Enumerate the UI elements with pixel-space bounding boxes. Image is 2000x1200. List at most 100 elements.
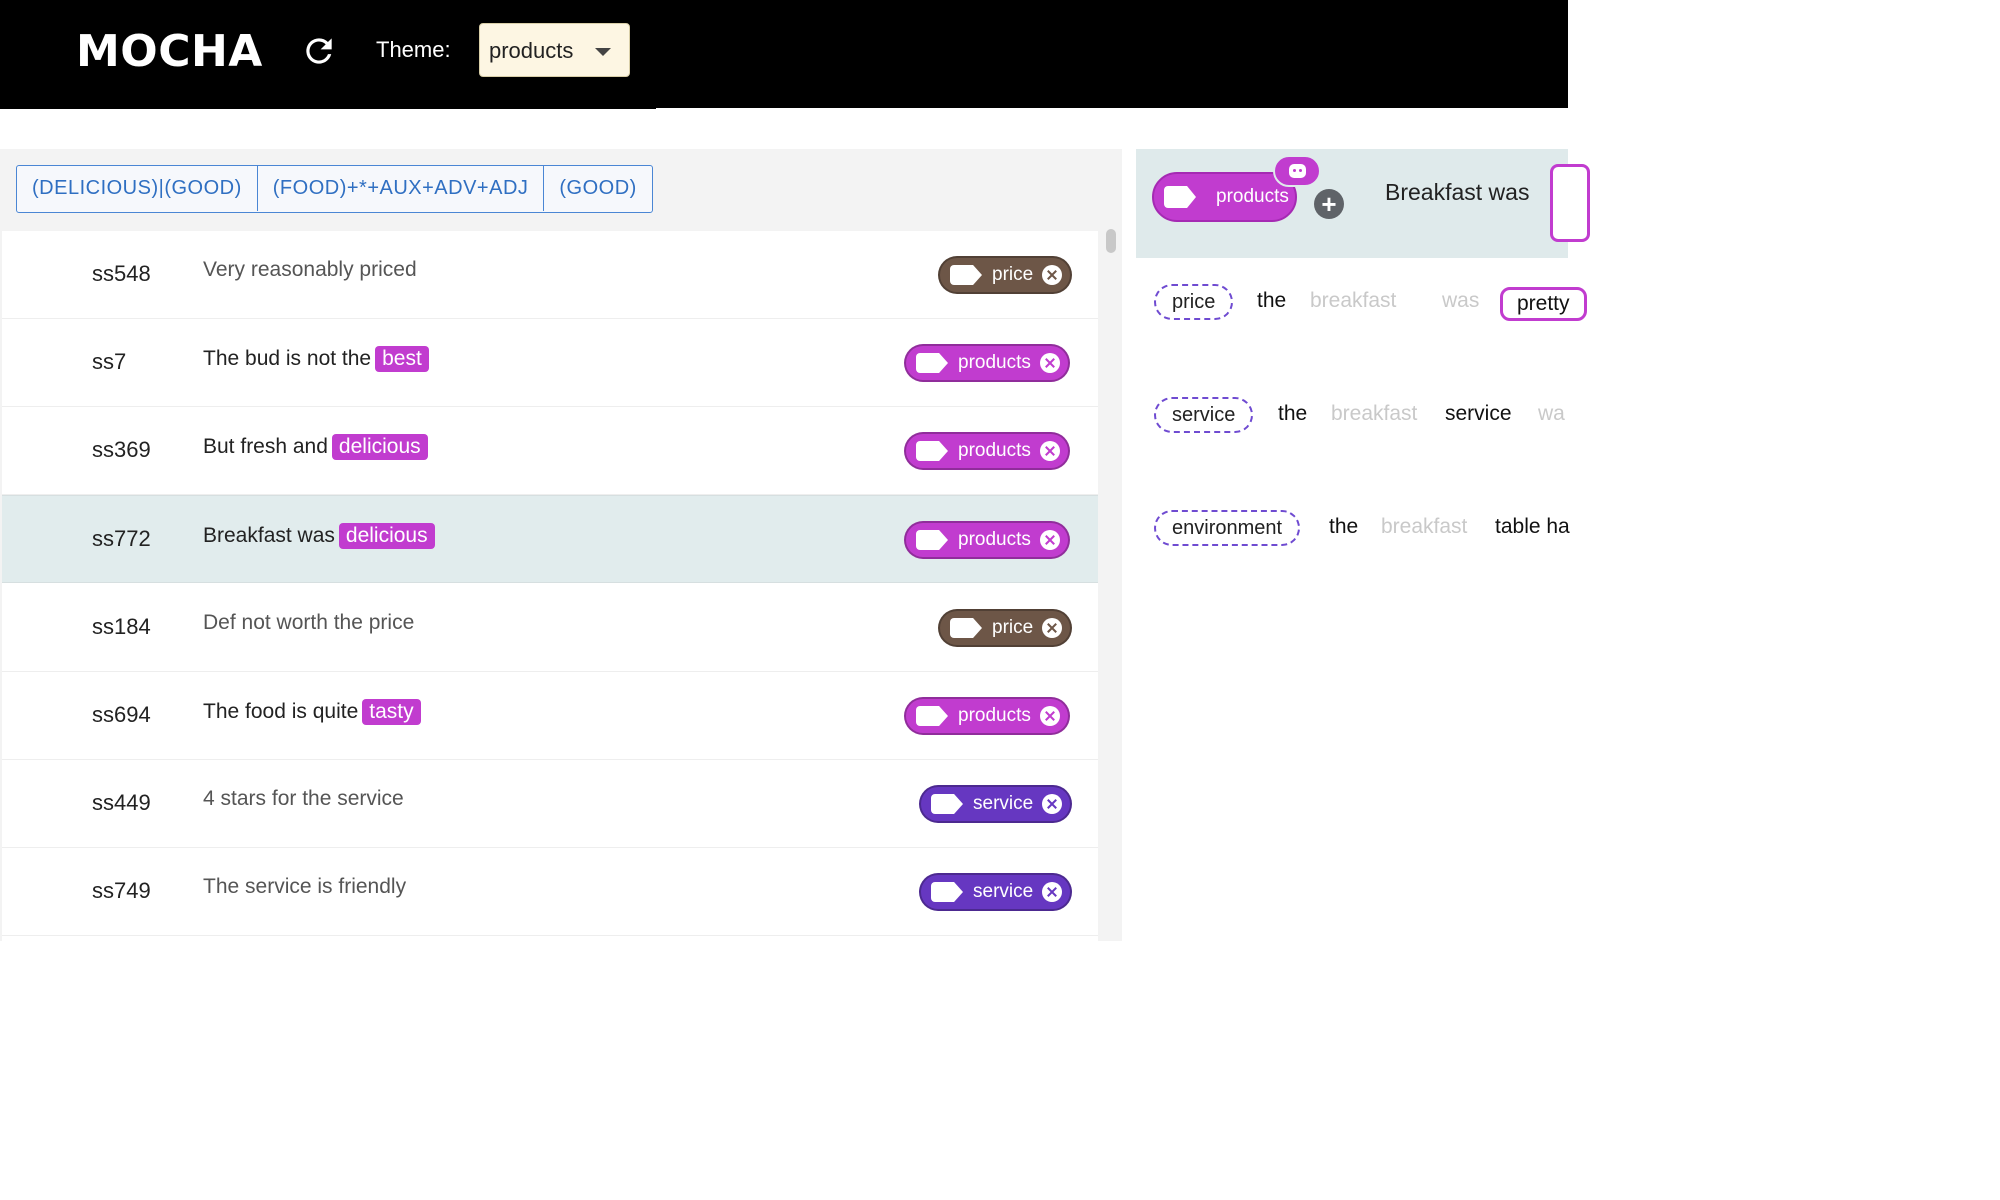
- row-id: ss184: [92, 614, 151, 639]
- row-id: ss548: [92, 261, 151, 286]
- label-pill-service[interactable]: service: [919, 873, 1073, 911]
- label-tag-icon: [950, 618, 982, 638]
- row-id: ss449: [92, 790, 151, 815]
- rule-tab-3[interactable]: (GOOD): [544, 166, 651, 211]
- label-pill-price[interactable]: price: [938, 609, 1073, 647]
- row-text: Def not worth the price: [203, 611, 414, 635]
- row-text-content: The food is quite: [203, 700, 359, 723]
- row-text: Very reasonably priced: [203, 258, 417, 282]
- highlight-box[interactable]: [1550, 164, 1590, 242]
- rule-tab-2[interactable]: (FOOD)+*+AUX+ADV+ADJ: [258, 166, 545, 211]
- row-text-content: Def not worth the price: [203, 611, 415, 634]
- table-row[interactable]: ss369 But fresh and delicious products: [2, 407, 1098, 495]
- rule-tab-1[interactable]: (DELICIOUS)|(GOOD): [17, 166, 258, 211]
- label-tag-icon: [916, 353, 948, 373]
- highlighted-word: delicious: [331, 434, 428, 460]
- label-tag-icon: [916, 441, 948, 461]
- label-pill-text: price: [992, 617, 1034, 638]
- label-pill-products[interactable]: products: [904, 344, 1070, 382]
- label-pill-text: products: [958, 352, 1031, 373]
- label-pill-products[interactable]: products: [904, 697, 1070, 735]
- list-scrollbar[interactable]: [1106, 229, 1116, 253]
- refresh-icon[interactable]: [300, 32, 338, 70]
- row-text: The food is quite tasty: [203, 699, 421, 725]
- pattern-token: was: [1442, 289, 1480, 312]
- label-pill-products[interactable]: products: [904, 432, 1070, 470]
- label-pill-text: products: [958, 705, 1031, 726]
- label-tag-icon: [931, 794, 963, 814]
- row-text-content: Very reasonably priced: [203, 258, 417, 281]
- close-circle-icon[interactable]: [1042, 794, 1063, 814]
- row-text: 4 stars for the service: [203, 787, 404, 811]
- row-text-content: 4 stars for the service: [203, 787, 404, 810]
- row-text-content: Breakfast was: [203, 524, 335, 547]
- label-pill-text: products: [958, 440, 1031, 461]
- pattern-token: breakfast: [1310, 289, 1397, 312]
- highlighted-word: tasty: [362, 699, 421, 725]
- label-tag-icon: [916, 706, 948, 726]
- close-circle-icon[interactable]: [1042, 265, 1063, 285]
- row-id: ss694: [92, 702, 151, 727]
- theme-dropdown[interactable]: products: [479, 23, 630, 77]
- row-text: The service is friendly: [203, 875, 406, 899]
- pattern-token: service: [1445, 402, 1512, 425]
- close-circle-icon[interactable]: [1039, 706, 1060, 726]
- row-id: ss369: [92, 437, 151, 462]
- label-pill-products[interactable]: products: [904, 521, 1070, 559]
- pattern-token: the: [1278, 402, 1308, 425]
- pattern-tag[interactable]: environment: [1154, 510, 1301, 546]
- robot-icon[interactable]: [1273, 155, 1321, 187]
- close-circle-icon[interactable]: [1039, 353, 1060, 373]
- table-row[interactable]: ss449 4 stars for the service service: [2, 760, 1098, 848]
- row-id: ss772: [92, 526, 151, 551]
- theme-dropdown-value: products: [489, 38, 574, 63]
- top-bar: MOCHA Theme: products: [0, 0, 1568, 108]
- label-tag-icon: [916, 530, 948, 550]
- plus-circle-icon[interactable]: +: [1314, 189, 1344, 219]
- table-row[interactable]: ss749 The service is friendly service: [2, 848, 1098, 936]
- pattern-tag[interactable]: price: [1154, 284, 1234, 320]
- label-tag-icon: [931, 882, 963, 902]
- label-pill-text: service: [973, 881, 1034, 902]
- pattern-token: the: [1329, 515, 1359, 538]
- row-text: But fresh and delicious: [203, 434, 428, 460]
- rule-tabs: (DELICIOUS)|(GOOD) (FOOD)+*+AUX+ADV+ADJ …: [16, 165, 653, 213]
- close-circle-icon[interactable]: [1039, 441, 1060, 461]
- table-row-selected[interactable]: ss772 Breakfast was delicious products: [2, 495, 1098, 583]
- detail-header: products + Breakfast was: [1136, 149, 1590, 258]
- pattern-token: table ha: [1495, 515, 1570, 538]
- highlighted-word: best: [375, 346, 429, 372]
- row-text-content: The service is friendly: [203, 875, 407, 898]
- examples-panel: (DELICIOUS)|(GOOD) (FOOD)+*+AUX+ADV+ADJ …: [0, 149, 1122, 941]
- pattern-token-selected[interactable]: pretty: [1500, 287, 1587, 321]
- detail-sentence: Breakfast was: [1385, 179, 1530, 205]
- row-text-content: But fresh and: [203, 435, 328, 458]
- theme-label: Theme:: [376, 37, 451, 62]
- app-logo: MOCHA: [76, 26, 263, 77]
- label-pill-text: service: [973, 793, 1034, 814]
- highlighted-word: delicious: [338, 523, 435, 549]
- row-id: ss7: [92, 349, 127, 374]
- label-pill-text: price: [992, 264, 1034, 285]
- table-row[interactable]: ss184 Def not worth the price price: [2, 584, 1098, 672]
- selected-theme-text: products: [1216, 186, 1289, 207]
- label-pill-text: products: [958, 529, 1031, 550]
- example-list: ss548 Very reasonably priced price ss7 T…: [2, 231, 1098, 941]
- label-pill-price[interactable]: price: [938, 256, 1073, 294]
- table-row[interactable]: ss7 The bud is not the best products: [2, 319, 1098, 407]
- pattern-token: breakfast: [1381, 515, 1468, 538]
- row-text-content: The bud is not the: [203, 347, 372, 370]
- label-tag-icon: [950, 265, 982, 285]
- close-circle-icon[interactable]: [1042, 618, 1063, 638]
- pattern-token: wa: [1538, 402, 1565, 425]
- header-divider: [0, 106, 656, 109]
- table-row[interactable]: ss694 The food is quite tasty products: [2, 672, 1098, 760]
- label-pill-service[interactable]: service: [919, 785, 1073, 823]
- close-circle-icon[interactable]: [1042, 882, 1063, 902]
- row-id: ss749: [92, 878, 151, 903]
- table-row[interactable]: ss548 Very reasonably priced price: [2, 231, 1098, 319]
- label-tag-icon: [1164, 186, 1196, 208]
- close-circle-icon[interactable]: [1039, 530, 1060, 550]
- row-text: Breakfast was delicious: [203, 523, 435, 549]
- pattern-tag[interactable]: service: [1154, 397, 1254, 433]
